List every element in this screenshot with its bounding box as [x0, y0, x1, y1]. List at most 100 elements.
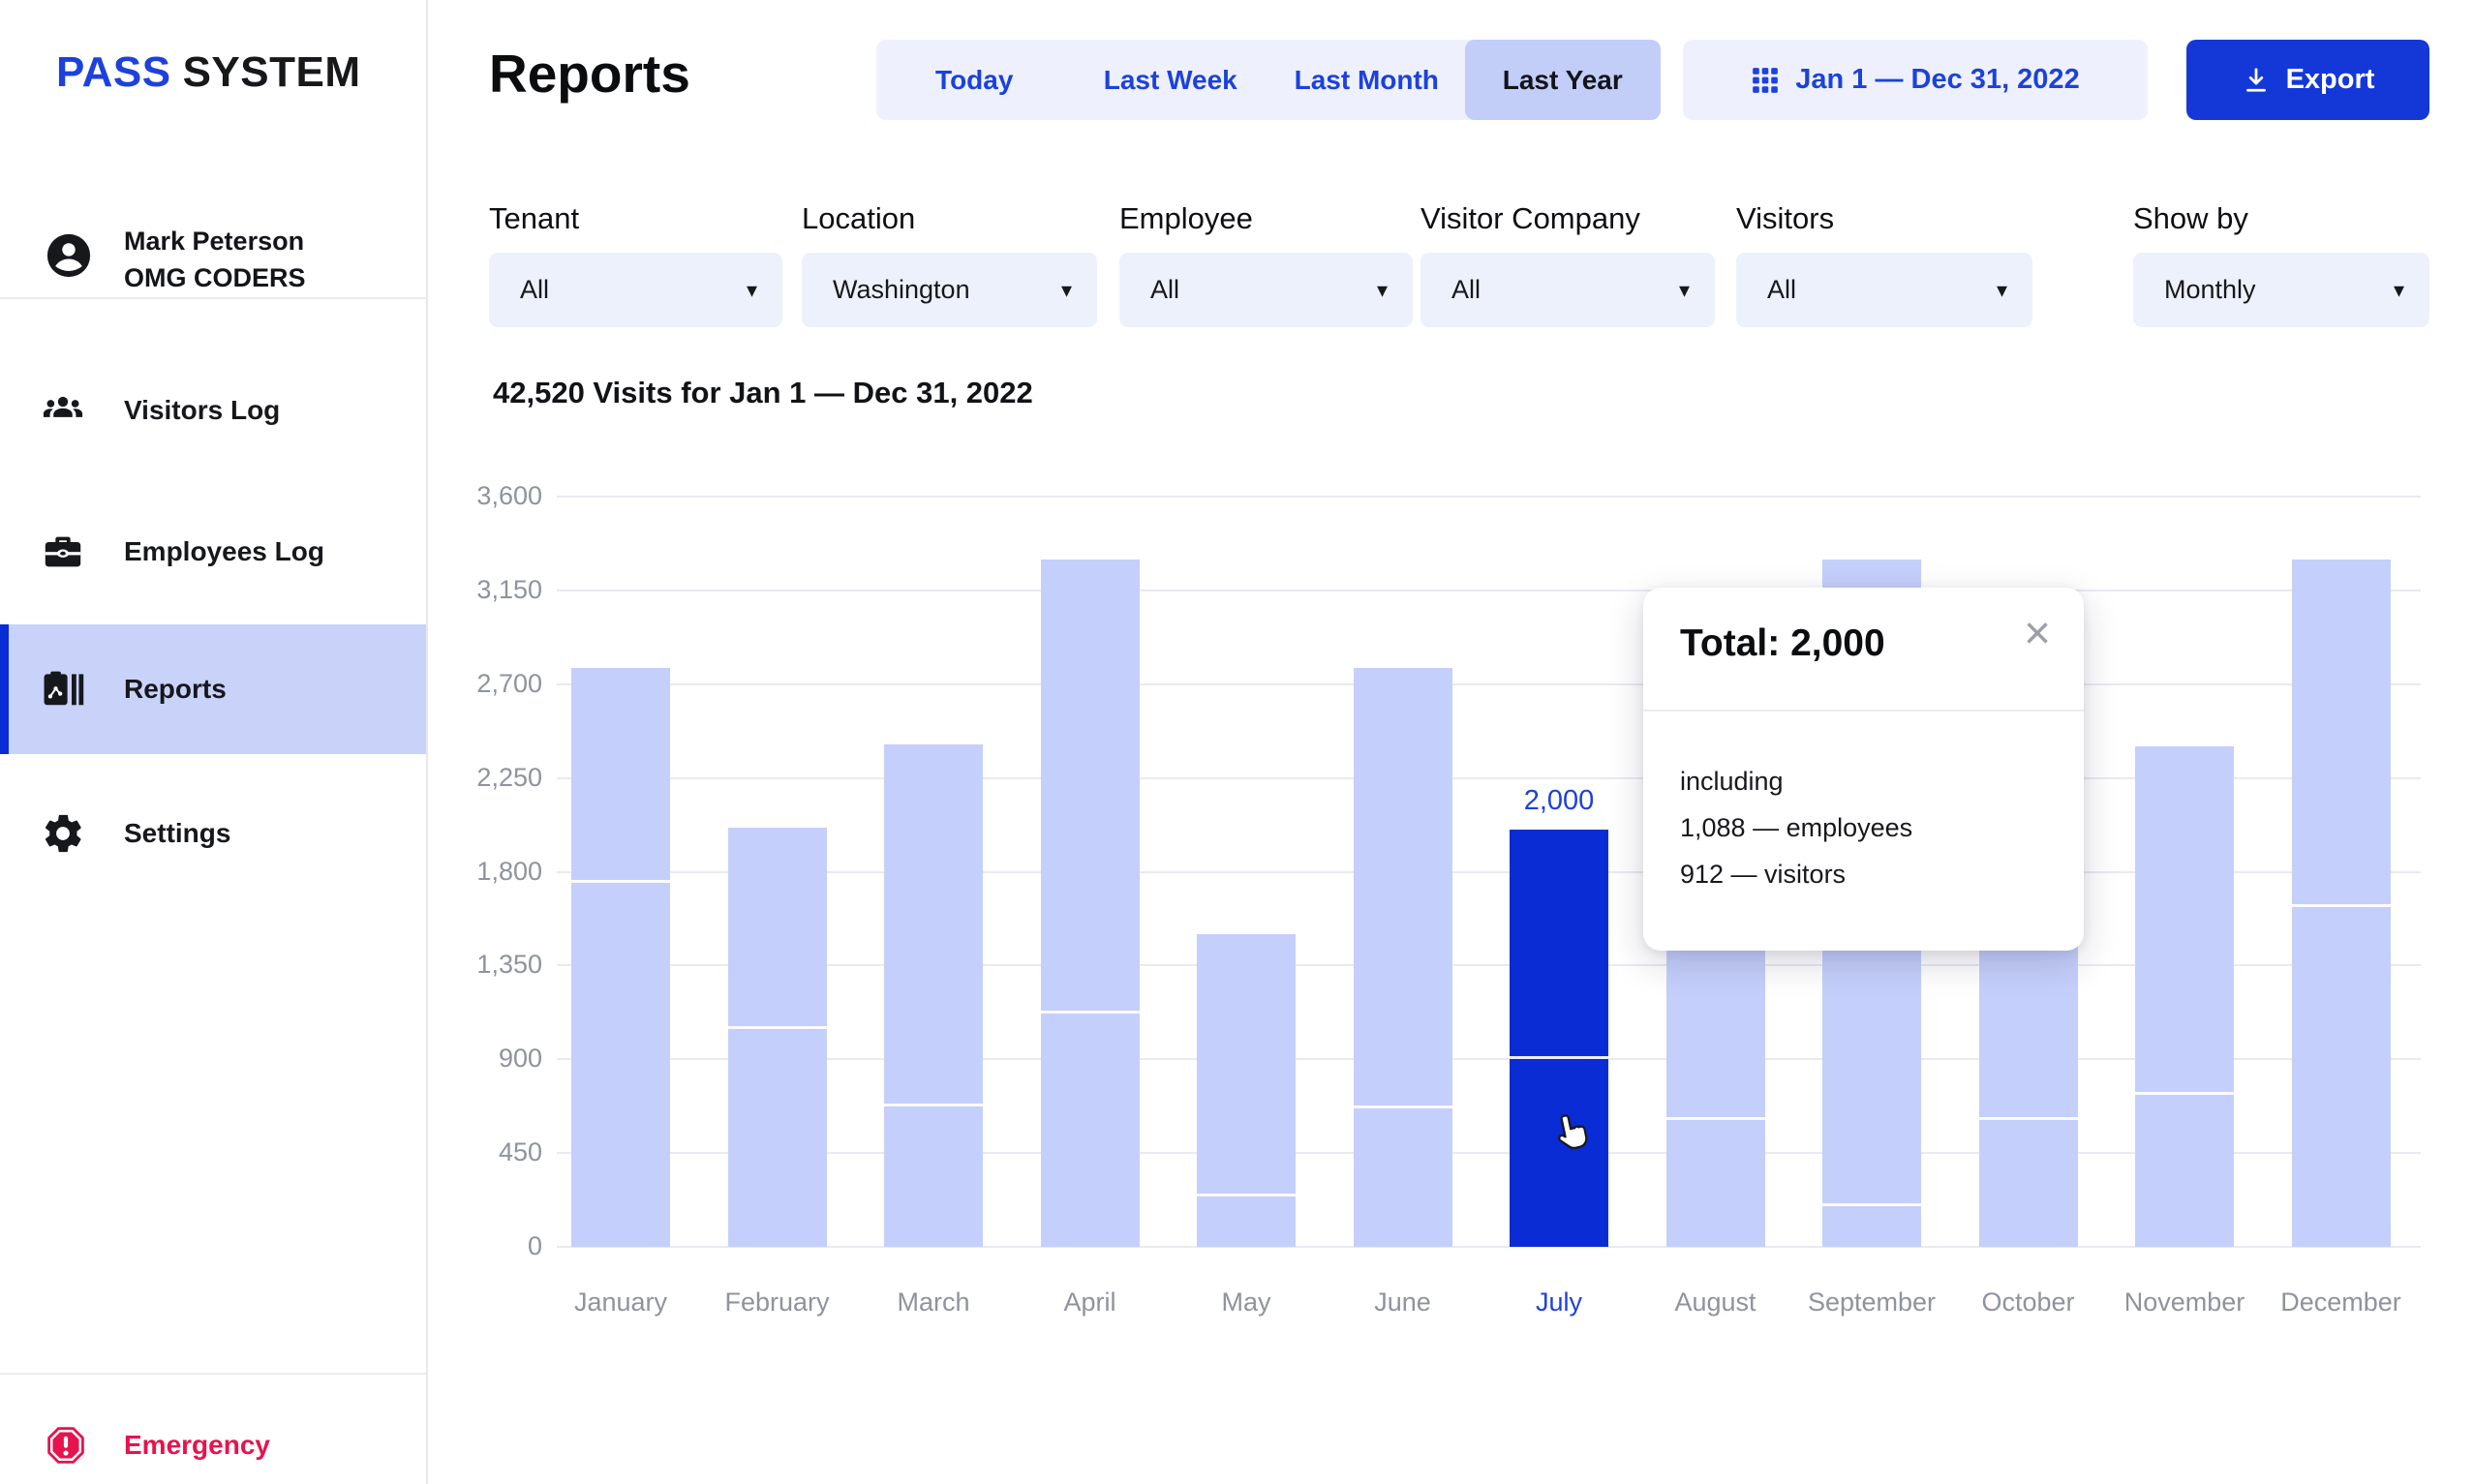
filter-select-location[interactable]: Washington ▾ — [802, 253, 1097, 327]
app-window: PASSSYSTEM Mark Peterson OMG CODERS Visi… — [0, 0, 2474, 1484]
bar-split-line — [1354, 1105, 1452, 1108]
filter-label: Visitor Company — [1420, 201, 1715, 236]
tab-last-week[interactable]: Last Week — [1073, 40, 1269, 120]
hand-cursor-icon — [1547, 1105, 1601, 1159]
sidebar-item-employees-log[interactable]: Employees Log — [0, 487, 426, 617]
bar-split-line — [1510, 1056, 1608, 1059]
filter-label: Show by — [2133, 201, 2429, 236]
filter-tenant: Tenant All ▾ — [489, 201, 782, 327]
filter-select-visitor-company[interactable]: All ▾ — [1420, 253, 1715, 327]
gridline-3600 — [557, 496, 2421, 498]
logo-pass: PASS — [56, 48, 171, 96]
bar-split-line — [571, 880, 670, 883]
chevron-down-icon: ▾ — [1679, 278, 1690, 303]
bar-may[interactable] — [1197, 934, 1296, 1247]
filter-value: All — [1451, 275, 1481, 305]
report-clipboard-icon — [41, 667, 85, 712]
bar-april[interactable] — [1041, 560, 1140, 1247]
bar-february[interactable] — [728, 828, 827, 1247]
close-icon[interactable]: × — [2024, 611, 2051, 657]
filter-label: Visitors — [1736, 201, 2032, 236]
chevron-down-icon: ▾ — [747, 278, 757, 303]
filter-employee: EmployeeAll▾ — [1119, 201, 1413, 327]
filter-value: Washington — [833, 275, 970, 305]
octagon-alert-icon — [44, 1423, 88, 1468]
tab-last-month[interactable]: Last Month — [1268, 40, 1465, 120]
filter-select-employee[interactable]: All ▾ — [1119, 253, 1413, 327]
y-axis-tick: 450 — [407, 1137, 542, 1167]
sidebar-item-label: Settings — [124, 818, 230, 849]
gridline-3150 — [557, 590, 2421, 591]
export-label: Export — [2286, 64, 2375, 96]
y-axis-tick: 900 — [407, 1044, 542, 1074]
bar-june[interactable] — [1354, 668, 1452, 1247]
filter-show-by: Show by Monthly▾ — [2133, 201, 2429, 327]
page-title: Reports — [489, 43, 690, 105]
y-axis-tick: 1,350 — [407, 950, 542, 980]
bar-november[interactable] — [2135, 746, 2234, 1247]
tooltip-line-visitors: 912 — visitors — [1680, 851, 1912, 897]
x-axis-label-december: December — [2235, 1287, 2448, 1317]
bar-january[interactable] — [571, 668, 670, 1247]
user-profile[interactable]: Mark Peterson OMG CODERS — [0, 221, 426, 298]
y-axis-tick: 1,800 — [407, 857, 542, 887]
app-logo: PASSSYSTEM — [56, 48, 360, 97]
date-range-text: Jan 1 — Dec 31, 2022 — [1795, 64, 2079, 96]
download-icon — [2242, 66, 2271, 95]
chevron-down-icon: ▾ — [2394, 278, 2404, 303]
tooltip-body: including 1,088 — employees 912 — visito… — [1680, 758, 1912, 897]
tab-today[interactable]: Today — [876, 40, 1073, 120]
bar-split-line — [1197, 1194, 1296, 1196]
bar-split-line — [1822, 1203, 1921, 1206]
filter-location: LocationWashington▾ — [802, 201, 1097, 327]
chevron-down-icon: ▾ — [1061, 278, 1072, 303]
chevron-down-icon: ▾ — [1997, 278, 2007, 303]
sidebar-item-label: Visitors Log — [124, 395, 280, 426]
bar-split-line — [2135, 1092, 2234, 1095]
date-range-tabs: TodayLast WeekLast MonthLast Year — [876, 40, 1661, 120]
filter-select-tenant[interactable]: All ▾ — [489, 253, 782, 327]
export-button[interactable]: Export — [2186, 40, 2429, 120]
user-name: Mark Peterson — [124, 227, 304, 257]
filter-select-visitors[interactable]: All ▾ — [1736, 253, 2032, 327]
sidebar-item-reports[interactable]: Reports — [0, 624, 426, 754]
tooltip-line-employees: 1,088 — employees — [1680, 804, 1912, 851]
emergency-label: Emergency — [124, 1430, 270, 1461]
gear-icon — [41, 811, 85, 856]
calendar-grid-icon — [1751, 66, 1780, 95]
sidebar-item-label: Reports — [124, 674, 227, 705]
bar-split-line — [1979, 1117, 2078, 1120]
date-range-picker[interactable]: Jan 1 — Dec 31, 2022 — [1683, 40, 2148, 120]
logo-system: SYSTEM — [183, 48, 361, 96]
tooltip-intro: including — [1680, 758, 1912, 804]
tooltip-divider — [1643, 710, 2084, 712]
user-company: OMG CODERS — [124, 263, 306, 293]
highlighted-bar-value: 2,000 — [1452, 785, 1665, 817]
filter-value: All — [1767, 275, 1796, 305]
bar-december[interactable] — [2292, 560, 2391, 1247]
sidebar-item-settings[interactable]: Settings — [0, 769, 426, 898]
sidebar-divider — [0, 297, 426, 299]
sidebar-item-label: Employees Log — [124, 536, 324, 567]
bar-split-line — [2292, 904, 2391, 907]
sidebar-item-visitors-log[interactable]: Visitors Log — [0, 346, 426, 475]
filter-label: Tenant — [489, 201, 782, 236]
filter-value: All — [520, 275, 549, 305]
tab-last-year[interactable]: Last Year — [1465, 40, 1662, 120]
filter-visitor-company: Visitor Company All ▾ — [1420, 201, 1715, 327]
y-axis-tick: 2,700 — [407, 669, 542, 699]
tooltip-title: Total: 2,000 — [1680, 622, 1885, 665]
avatar-icon — [44, 230, 94, 281]
y-axis-tick: 3,150 — [407, 575, 542, 605]
filter-value: All — [1150, 275, 1179, 305]
bar-july[interactable] — [1510, 830, 1608, 1247]
emergency-divider — [0, 1373, 426, 1375]
y-axis-tick: 0 — [407, 1231, 542, 1261]
briefcase-icon — [41, 530, 85, 574]
chevron-down-icon: ▾ — [1377, 278, 1388, 303]
sidebar-item-emergency[interactable]: Emergency — [0, 1402, 426, 1484]
filter-select-show-by[interactable]: Monthly▾ — [2133, 253, 2429, 327]
bar-march[interactable] — [884, 744, 983, 1247]
bar-split-line — [1666, 1117, 1765, 1120]
chart-title: 42,520 Visits for Jan 1 — Dec 31, 2022 — [493, 376, 1033, 410]
